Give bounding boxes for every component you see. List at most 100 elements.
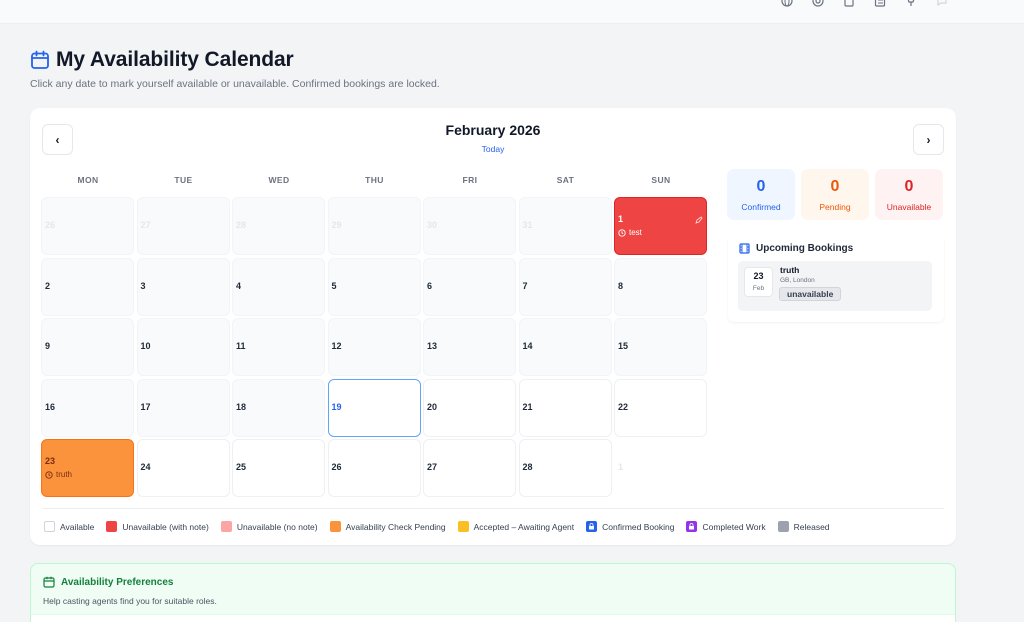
chat-icon[interactable]: [936, 0, 948, 8]
day-number: 13: [427, 341, 438, 351]
day-cell[interactable]: 11: [232, 318, 325, 376]
day-number: 7: [522, 280, 528, 291]
day-cell[interactable]: 20: [423, 378, 516, 437]
day-cell-unavailable[interactable]: 1 test: [614, 197, 707, 255]
legend-divider: [42, 508, 944, 509]
day-cell[interactable]: 3: [136, 257, 230, 316]
day-cell-today[interactable]: 19: [327, 378, 421, 437]
day-cell[interactable]: 10: [136, 318, 230, 376]
info-circle-icon: [618, 228, 626, 237]
calendar-icon: [31, 50, 49, 69]
globe-icon[interactable]: [781, 0, 793, 8]
day-cell[interactable]: 21: [518, 378, 612, 437]
day-number: 9: [45, 341, 51, 351]
day-cell[interactable]: 25: [232, 439, 325, 497]
weekday-label: WED: [268, 175, 290, 185]
month-label: February 2026: [445, 122, 541, 138]
day-cell[interactable]: 7: [518, 257, 612, 316]
page-title: My Availability Calendar: [56, 48, 294, 71]
day-note: test: [618, 228, 642, 237]
stat-value: 0: [830, 178, 840, 195]
day-cell[interactable]: 4: [232, 257, 325, 316]
preferences-title: Availability Preferences: [61, 576, 174, 588]
day-number: 17: [140, 401, 151, 412]
day-cell[interactable]: 6: [423, 257, 516, 316]
today-link[interactable]: Today: [444, 144, 542, 154]
stat-confirmed: 0 Confirmed: [727, 169, 795, 220]
day-cell[interactable]: 5: [327, 257, 421, 316]
day-number: 3: [140, 280, 146, 291]
day-cell-pending[interactable]: 23 truth: [41, 439, 134, 497]
preferences-form: [31, 614, 955, 622]
day-number: 27: [140, 220, 151, 230]
stat-label: Unavailable: [886, 202, 932, 212]
day-cell[interactable]: 24: [136, 439, 230, 497]
list-icon[interactable]: [874, 0, 886, 8]
day-cell-prev-month: 28: [232, 197, 325, 255]
legend-label: Released: [793, 521, 830, 532]
stat-label: Pending: [819, 202, 851, 212]
document-icon[interactable]: [843, 0, 855, 8]
film-icon: [739, 243, 750, 254]
legend-label: Confirmed Booking: [602, 521, 675, 532]
legend-item: Released: [777, 521, 830, 532]
legend-label: Unavailable (no note): [236, 521, 318, 532]
day-number: 5: [331, 280, 337, 291]
day-number: 18: [236, 401, 247, 412]
day-number: 4: [236, 280, 242, 291]
legend-swatch: [457, 521, 469, 532]
day-number: 1: [618, 462, 624, 472]
day-number: 20: [427, 401, 438, 412]
booking-status-badge: unavailable: [779, 287, 842, 301]
stat-label: Confirmed: [741, 202, 781, 212]
day-cell[interactable]: 8: [614, 257, 707, 316]
lock-icon: [586, 521, 598, 532]
day-number: 26: [45, 220, 56, 230]
booking-item[interactable]: 23 Feb truth GB, London unavailable: [738, 261, 932, 311]
day-cell[interactable]: 9: [41, 318, 134, 376]
day-cell[interactable]: 15: [614, 318, 707, 376]
day-cell[interactable]: 26: [327, 439, 421, 497]
weekday-label: SUN: [651, 175, 671, 185]
day-cell-prev-month: 27: [136, 197, 230, 255]
day-cell[interactable]: 14: [518, 318, 612, 376]
day-number: 8: [618, 280, 624, 291]
day-cell[interactable]: 13: [423, 318, 516, 376]
day-number: 12: [331, 341, 342, 351]
edit-icon[interactable]: [695, 211, 703, 229]
day-number: 28: [236, 220, 247, 230]
day-note-text: truth: [56, 470, 73, 479]
day-number: 23: [45, 456, 56, 466]
day-number: 25: [236, 462, 247, 472]
day-cell[interactable]: 2: [41, 257, 134, 316]
day-number: 10: [140, 341, 151, 351]
prev-month-button[interactable]: ‹: [42, 124, 73, 155]
day-cell-prev-month: 29: [327, 197, 421, 255]
day-number: 28: [522, 462, 533, 472]
day-cell[interactable]: 12: [327, 318, 421, 376]
legend-label: Availability Check Pending: [345, 521, 446, 532]
legend-label: Available: [60, 521, 95, 532]
day-cell-prev-month: 26: [41, 197, 134, 255]
day-number: 6: [427, 280, 433, 291]
profile-icon[interactable]: [812, 0, 824, 8]
day-cell[interactable]: 16: [41, 378, 134, 437]
calendar-card: ‹ February 2026 Today › MON TUE WED THU FRI S…: [30, 108, 956, 545]
day-cell[interactable]: 27: [423, 439, 516, 497]
day-cell[interactable]: 18: [232, 378, 325, 437]
day-number: 11: [236, 341, 246, 351]
next-month-button[interactable]: ›: [913, 124, 944, 155]
booking-day: 23: [753, 271, 764, 281]
day-cell[interactable]: 17: [136, 378, 230, 437]
legend-label: Completed Work: [702, 521, 766, 532]
day-cell[interactable]: 22: [614, 378, 707, 437]
day-cell-prev-month: 31: [518, 197, 612, 255]
clock-icon: [45, 470, 53, 479]
day-number: 22: [618, 401, 629, 412]
legend-item: Available: [44, 521, 94, 532]
stat-unavailable: 0 Unavailable: [875, 169, 943, 220]
upcoming-bookings-panel: Upcoming Bookings 23 Feb truth GB, Londo…: [728, 234, 944, 322]
day-cell[interactable]: 28: [518, 439, 612, 497]
pin-icon[interactable]: [905, 0, 917, 8]
day-number: 29: [331, 220, 342, 230]
